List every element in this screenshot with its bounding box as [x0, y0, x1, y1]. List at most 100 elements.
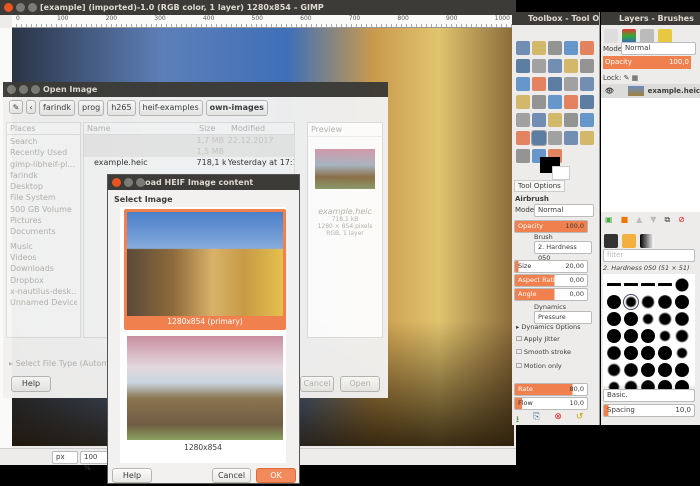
unit-select[interactable]: px [52, 451, 78, 464]
window-buttons[interactable] [4, 3, 37, 12]
minimize-icon[interactable] [16, 3, 25, 12]
brush-preset[interactable] [641, 346, 655, 360]
brush-preset[interactable] [624, 346, 638, 360]
tool-icon[interactable] [548, 41, 562, 55]
tab-brushes-icon[interactable] [604, 234, 618, 248]
brush-set-select[interactable]: Basic. [603, 389, 695, 402]
path-segment[interactable]: heif-examples [138, 100, 203, 116]
minimize-icon[interactable] [124, 178, 133, 187]
brush-preset[interactable] [641, 278, 655, 292]
tool-icon[interactable] [548, 77, 562, 91]
image-thumbnail[interactable] [127, 336, 283, 440]
angle-slider[interactable]: Angle 0,00 [514, 288, 588, 301]
close-icon[interactable] [4, 3, 13, 12]
brush-preset[interactable] [658, 363, 672, 377]
brush-preset[interactable] [658, 278, 672, 292]
tool-icon[interactable] [580, 131, 594, 145]
brush-preset[interactable] [607, 363, 621, 377]
maximize-icon[interactable] [31, 85, 40, 94]
tool-icon[interactable] [564, 77, 578, 91]
places-item[interactable]: Documents [10, 226, 77, 237]
places-item[interactable]: Music [10, 241, 77, 252]
places-item[interactable]: Dropbox [10, 275, 77, 286]
brush-preset[interactable] [675, 312, 689, 326]
heif-cancel-button[interactable]: Cancel [212, 468, 251, 483]
column-size[interactable]: Size [197, 123, 229, 134]
smooth-stroke-checkbox[interactable]: ☐ Smooth stroke [516, 348, 571, 356]
tab-paths-icon[interactable] [640, 29, 654, 43]
places-item[interactable]: gimp-libheif-pl... [10, 159, 77, 170]
brush-preset[interactable] [675, 363, 689, 377]
maximize-icon[interactable] [28, 3, 37, 12]
layer-mode-select[interactable]: Normal [621, 42, 696, 55]
tool-icon[interactable] [516, 131, 530, 145]
brush-preset[interactable] [675, 329, 689, 343]
places-item[interactable]: Unnamed Device [10, 297, 77, 308]
horizontal-ruler[interactable]: 0 100 200 300 400 500 600 700 800 900 1000 [12, 15, 516, 28]
delete-layer-icon[interactable]: ⊘ [678, 215, 685, 225]
brush-preset[interactable] [658, 295, 672, 309]
tool-icon[interactable] [580, 77, 594, 91]
path-back-button[interactable]: ‹ [26, 100, 36, 114]
flow-slider[interactable]: Flow 10,0 [514, 397, 588, 410]
places-item[interactable]: Desktop [10, 181, 77, 192]
rate-slider[interactable]: Rate 80,0 [514, 383, 588, 396]
column-name[interactable]: Name [84, 123, 197, 134]
path-segment-current[interactable]: own-images [205, 100, 268, 116]
visibility-eye-icon[interactable]: 👁 [605, 87, 614, 95]
places-item[interactable]: File System [10, 192, 77, 203]
path-segment[interactable]: farindk [39, 100, 76, 116]
brush-preset[interactable] [624, 278, 638, 292]
close-icon[interactable] [112, 178, 121, 187]
raise-layer-icon[interactable]: ▲ [636, 215, 642, 225]
opacity-slider[interactable]: Opacity 100,0 [514, 220, 588, 233]
duplicate-layer-icon[interactable]: ⧉ [664, 215, 670, 225]
tool-icon[interactable] [531, 130, 547, 146]
tool-icon[interactable] [516, 59, 530, 73]
places-item[interactable]: farindk [10, 170, 77, 181]
column-modified[interactable]: Modified [229, 123, 267, 134]
brush-preset[interactable] [624, 312, 638, 326]
motion-only-checkbox[interactable]: ☐ Motion only [516, 362, 562, 370]
places-item[interactable]: Pictures [10, 215, 77, 226]
tool-icon[interactable] [548, 113, 562, 127]
open-cancel-button[interactable]: Cancel [300, 376, 334, 392]
minimize-icon[interactable] [19, 85, 28, 94]
tab-patterns-icon[interactable] [622, 234, 636, 248]
brush-preset[interactable] [658, 329, 672, 343]
dynamics-options-expander[interactable]: ▸ Dynamics Options [516, 323, 581, 331]
tool-icon[interactable] [516, 77, 530, 91]
layer-opacity-slider[interactable]: Opacity 100,0 [603, 56, 691, 69]
tool-icon[interactable] [548, 59, 562, 73]
tab-layers-icon[interactable] [622, 29, 636, 43]
tab-channels-icon[interactable] [658, 29, 672, 43]
tool-icon[interactable] [580, 59, 594, 73]
tool-icon[interactable] [532, 95, 546, 109]
maximize-icon[interactable] [136, 178, 145, 187]
tool-icon[interactable] [548, 131, 562, 145]
tab-images-icon[interactable] [604, 29, 618, 43]
brush-preset[interactable] [641, 312, 655, 326]
tool-icon[interactable] [564, 95, 578, 109]
open-help-button[interactable]: Help [11, 376, 51, 392]
size-slider[interactable]: Size 20,00 [514, 260, 588, 273]
tool-icon[interactable] [548, 95, 562, 109]
brush-preset[interactable] [623, 294, 639, 310]
mode-select[interactable]: Normal [534, 204, 594, 217]
brush-preset[interactable] [641, 329, 655, 343]
tool-icon[interactable] [516, 95, 530, 109]
file-row[interactable]: 1,7 MB 22.12.2017 [84, 135, 294, 146]
aspect-slider[interactable]: Aspect Ratio 0,00 [514, 274, 588, 287]
brush-preset[interactable] [658, 346, 672, 360]
tool-icon[interactable] [516, 41, 530, 55]
heif-ok-button[interactable]: OK [256, 468, 296, 483]
brush-preset[interactable] [675, 346, 689, 360]
lock-pixels-icon[interactable]: ✎ [624, 74, 630, 82]
brush-preset[interactable] [607, 329, 621, 343]
tool-icon[interactable] [580, 95, 594, 109]
places-item[interactable]: x-nautilus-desk... [10, 286, 77, 297]
file-row[interactable]: 1,5 MB [84, 146, 294, 157]
places-item[interactable]: Recently Used [10, 147, 77, 158]
image-item-primary[interactable]: 1280x854 (primary) [124, 209, 286, 330]
tool-icon[interactable] [516, 149, 530, 163]
